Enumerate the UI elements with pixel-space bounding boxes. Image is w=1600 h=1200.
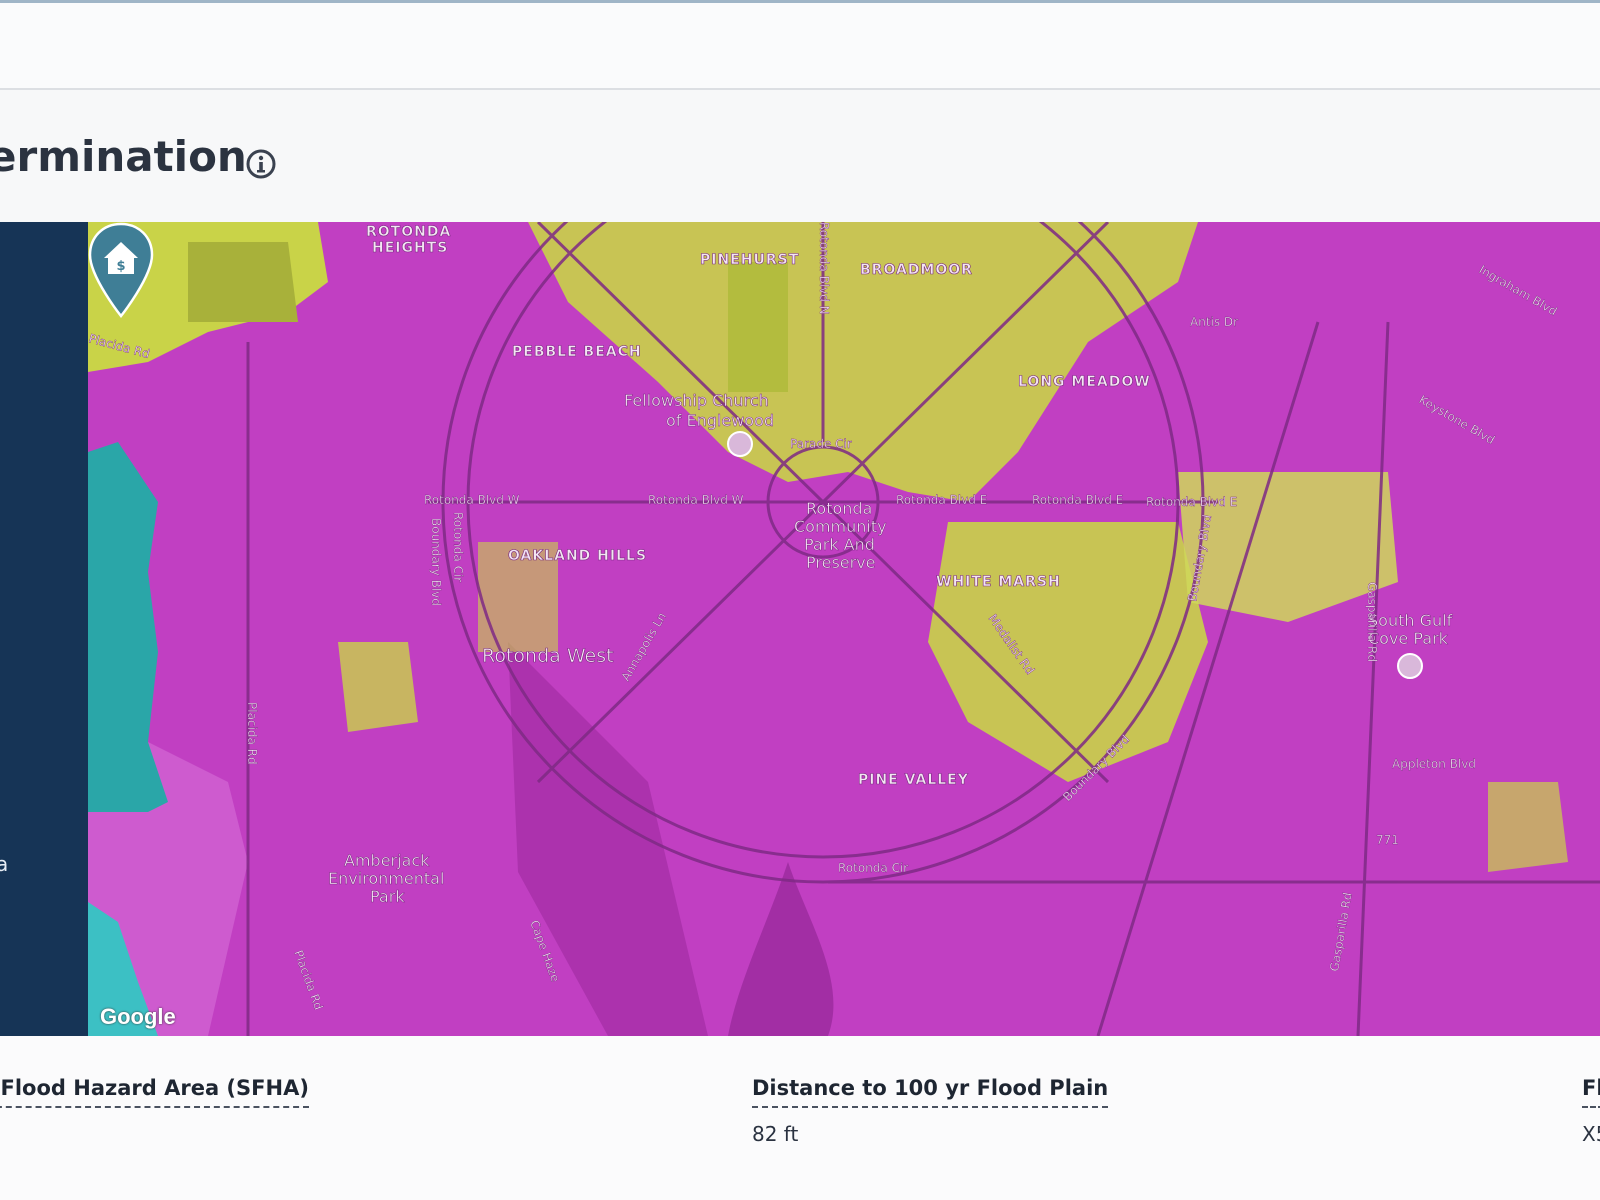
flood-map[interactable]: ROTONDA HEIGHTS PINEHURST BROADMOOR PEBB…: [88, 222, 1600, 1036]
house-dollar-pin-icon[interactable]: $: [88, 222, 154, 318]
map-label-fellowship-2: of Englewood: [666, 411, 774, 430]
distance-floodplain-field: Distance to 100 yr Flood Plain 82 ft: [752, 1076, 1109, 1146]
map-label-rotonda-heights-2: HEIGHTS: [372, 240, 448, 256]
flood-map-canvas: ROTONDA HEIGHTS PINEHURST BROADMOOR PEBB…: [88, 222, 1600, 1036]
map-label-oakland-hills: OAKLAND HILLS: [508, 548, 647, 564]
map-label-rotonda-west: Rotonda West: [482, 645, 614, 667]
map-container: a ROTONDA HEIGHTS PINEHURST BROADMOOR PE…: [0, 222, 1600, 1036]
map-label-amberjack-2: Environmental: [328, 869, 444, 888]
map-label-south-gulf-2: Cove Park: [1368, 629, 1449, 648]
map-label-long-meadow: LONG MEADOW: [1018, 374, 1151, 390]
map-label-road: Rotonda Blvd E: [1146, 495, 1237, 509]
svg-text:$: $: [116, 259, 125, 274]
map-label-amberjack-3: Park: [370, 887, 405, 906]
google-attribution: Google: [100, 1004, 176, 1029]
map-label-pebble-beach: PEBBLE BEACH: [512, 344, 642, 360]
map-label-broadmoor: BROADMOOR: [860, 262, 973, 278]
map-label-road: Rotonda Cir: [451, 512, 465, 582]
side-panel-text: a: [0, 852, 9, 876]
church-marker[interactable]: [727, 431, 753, 457]
map-label-park: Rotonda: [806, 499, 872, 518]
map-label-park-3: Park And: [804, 535, 875, 554]
map-label-road: Rotonda Blvd E: [1032, 493, 1123, 507]
map-label-road: Rotonda Blvd W: [648, 493, 744, 507]
map-label-road: Rotonda Blvd N: [817, 222, 831, 315]
flood-zone-label[interactable]: Fl: [1582, 1076, 1600, 1108]
map-label-pinehurst: PINEHURST: [700, 252, 799, 268]
map-label-road: Placida Rd: [245, 702, 259, 765]
title-row: ermination: [0, 120, 1600, 190]
sfha-label[interactable]: l Flood Hazard Area (SFHA): [0, 1076, 309, 1108]
distance-floodplain-label[interactable]: Distance to 100 yr Flood Plain: [752, 1076, 1109, 1108]
top-bar: [0, 0, 1600, 90]
map-label-road: Parade Cir: [790, 437, 852, 451]
map-label-park-4: Preserve: [806, 553, 876, 572]
map-label-road: 771: [1376, 833, 1399, 847]
map-label-road: Antis Dr: [1190, 315, 1238, 329]
flood-details: l Flood Hazard Area (SFHA) Distance to 1…: [0, 1036, 1600, 1200]
map-label-road: Rotonda Blvd W: [424, 493, 520, 507]
distance-floodplain-value: 82 ft: [752, 1122, 799, 1146]
map-label-amberjack: Amberjack: [344, 851, 430, 870]
sfha-field: l Flood Hazard Area (SFHA): [0, 1076, 309, 1122]
map-label-road: Gasparilla Rd: [1365, 582, 1379, 662]
map-label-road: Boundary Blvd: [429, 518, 443, 606]
map-label-fellowship: Fellowship Church: [624, 391, 769, 410]
flood-zone-value: X5: [1582, 1122, 1600, 1146]
info-circle-icon[interactable]: [245, 148, 277, 180]
map-label-road: Rotonda Cir: [838, 861, 908, 875]
map-label-rotonda-heights: ROTONDA: [366, 224, 451, 240]
side-panel[interactable]: a: [0, 222, 88, 1036]
map-label-road: Appleton Blvd: [1392, 757, 1476, 771]
map-label-park-2: Community: [794, 517, 887, 536]
page-title: ermination: [0, 132, 247, 181]
map-label-south-gulf: South Gulf: [1368, 611, 1453, 630]
map-label-pine-valley: PINE VALLEY: [858, 772, 969, 788]
map-label-road: Rotonda Blvd E: [896, 493, 987, 507]
flood-zone-field: Fl X5: [1582, 1076, 1600, 1146]
map-label-white-marsh: WHITE MARSH: [936, 574, 1061, 590]
park-marker[interactable]: [1397, 653, 1423, 679]
